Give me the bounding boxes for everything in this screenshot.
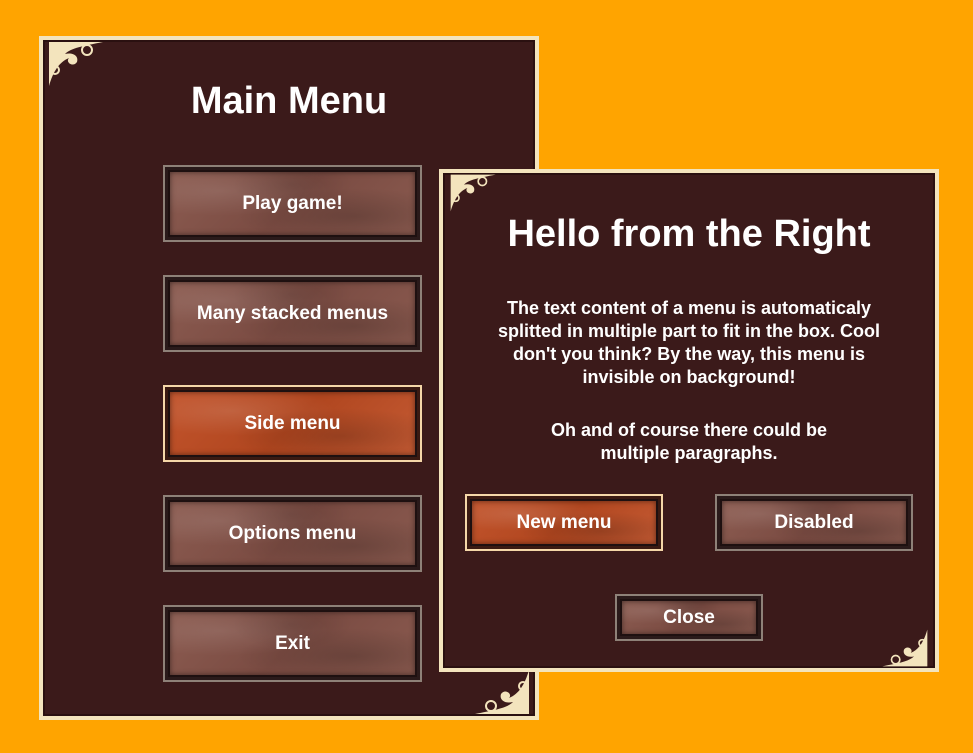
options-menu-label: Options menu [168,500,417,567]
side-menu-label: Side menu [168,390,417,457]
ornament-corner-icon [863,618,935,668]
side-menu-title: Hello from the Right [507,213,871,255]
disabled-button: Disabled [715,494,913,551]
disabled-label: Disabled [720,499,908,546]
new-menu-label: New menu [470,499,658,546]
play-game-label: Play game! [168,170,417,237]
side-menu-panel: Hello from the Right The text content of… [439,169,939,672]
new-menu-button[interactable]: New menu [465,494,663,551]
many-stacked-menus-button[interactable]: Many stacked menus [163,275,422,352]
exit-button[interactable]: Exit [163,605,422,682]
exit-label: Exit [168,610,417,677]
paragraph-2: Oh and of course there could be multiple… [550,420,828,463]
main-menu-title: Main Menu [190,80,388,122]
many-stacked-menus-label: Many stacked menus [168,280,417,347]
side-menu-button[interactable]: Side menu [163,385,422,462]
options-menu-button[interactable]: Options menu [163,495,422,572]
paragraph-1: The text content of a menu is automatica… [498,298,880,387]
close-label: Close [620,599,758,636]
close-button[interactable]: Close [615,594,763,641]
play-game-button[interactable]: Play game! [163,165,422,242]
